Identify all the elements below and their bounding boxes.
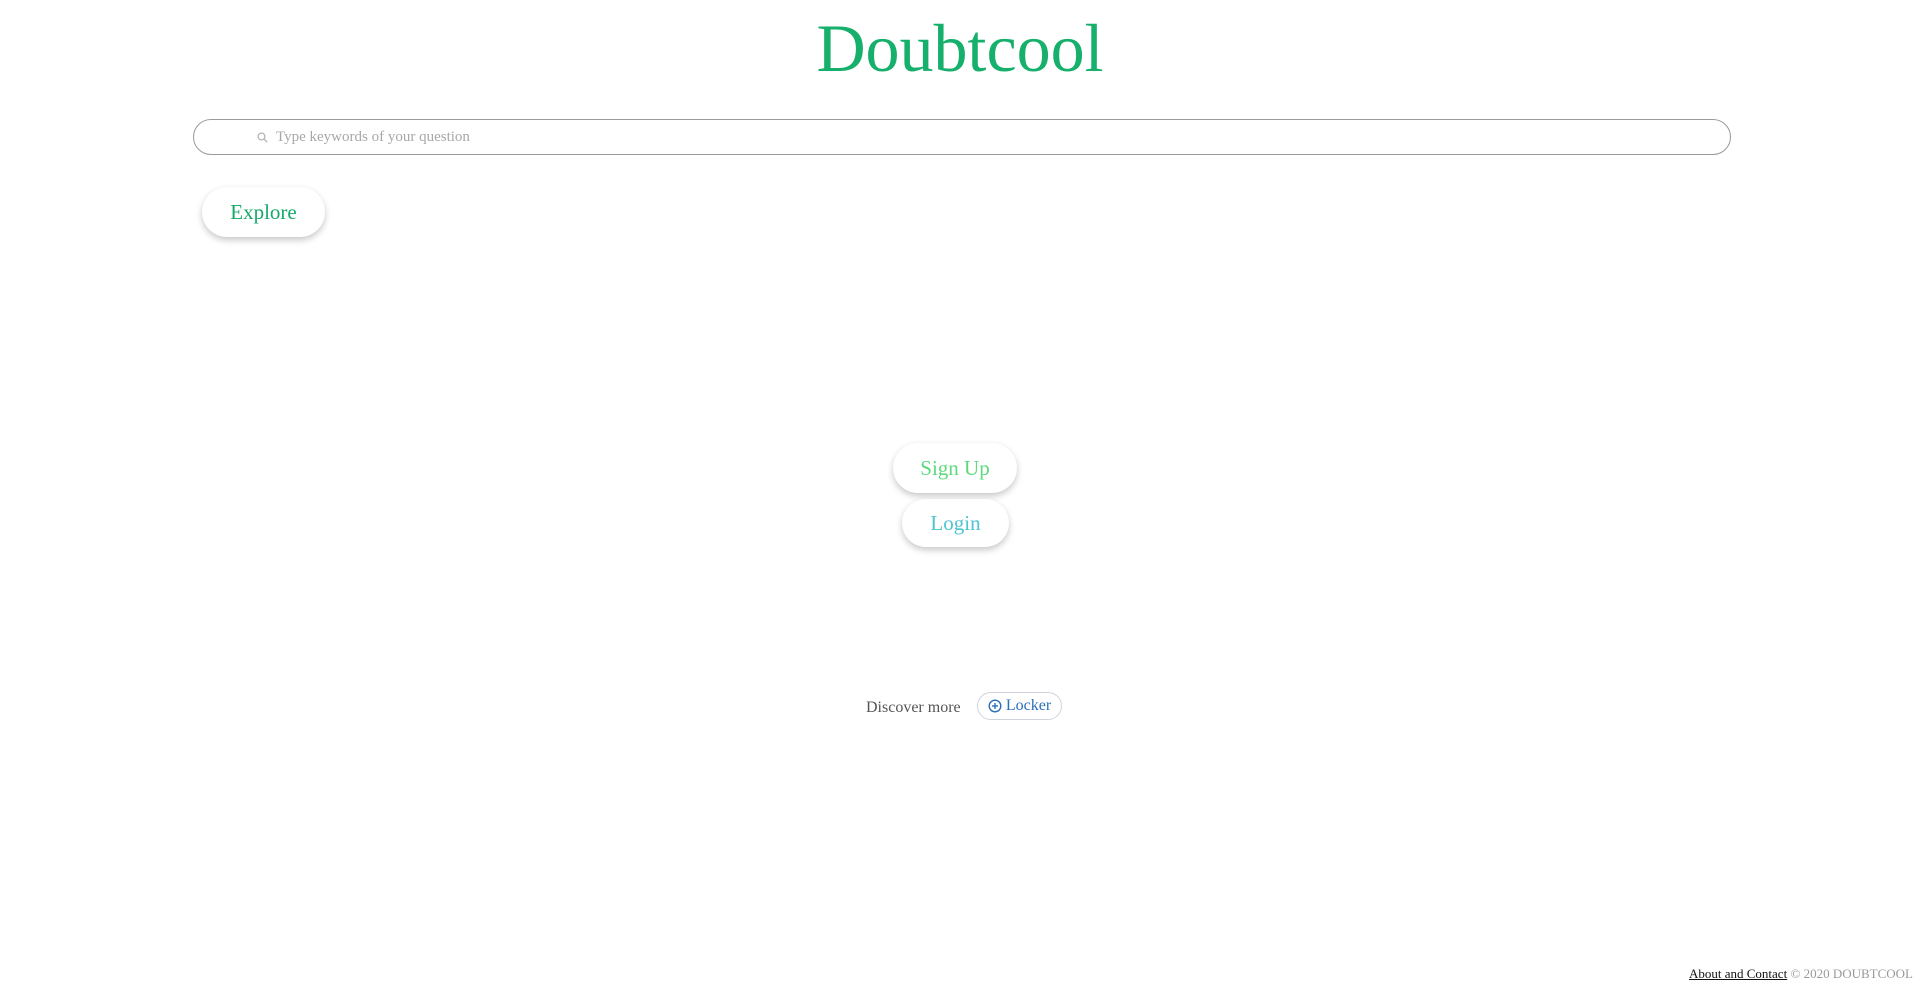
copyright-text: © 2020 DOUBTCOOL bbox=[1790, 966, 1913, 981]
site-logo[interactable]: Doubtcool bbox=[0, 6, 1920, 90]
search-bar[interactable] bbox=[193, 119, 1731, 155]
explore-button[interactable]: Explore bbox=[202, 187, 325, 237]
discover-more-label: Discover more bbox=[866, 699, 961, 716]
footer: About and Contact © 2020 DOUBTCOOL bbox=[1689, 966, 1913, 982]
search-input[interactable] bbox=[274, 121, 1730, 153]
search-icon bbox=[256, 131, 268, 143]
page: Doubtcool Explore Sign Up Login Discover… bbox=[0, 0, 1920, 993]
plus-circle-icon bbox=[988, 699, 1002, 713]
sign-up-button[interactable]: Sign Up bbox=[893, 443, 1017, 493]
about-contact-link[interactable]: About and Contact bbox=[1689, 966, 1787, 981]
locker-label: Locker bbox=[1005, 697, 1052, 714]
login-button[interactable]: Login bbox=[902, 499, 1009, 547]
locker-button[interactable]: Locker bbox=[977, 692, 1062, 720]
